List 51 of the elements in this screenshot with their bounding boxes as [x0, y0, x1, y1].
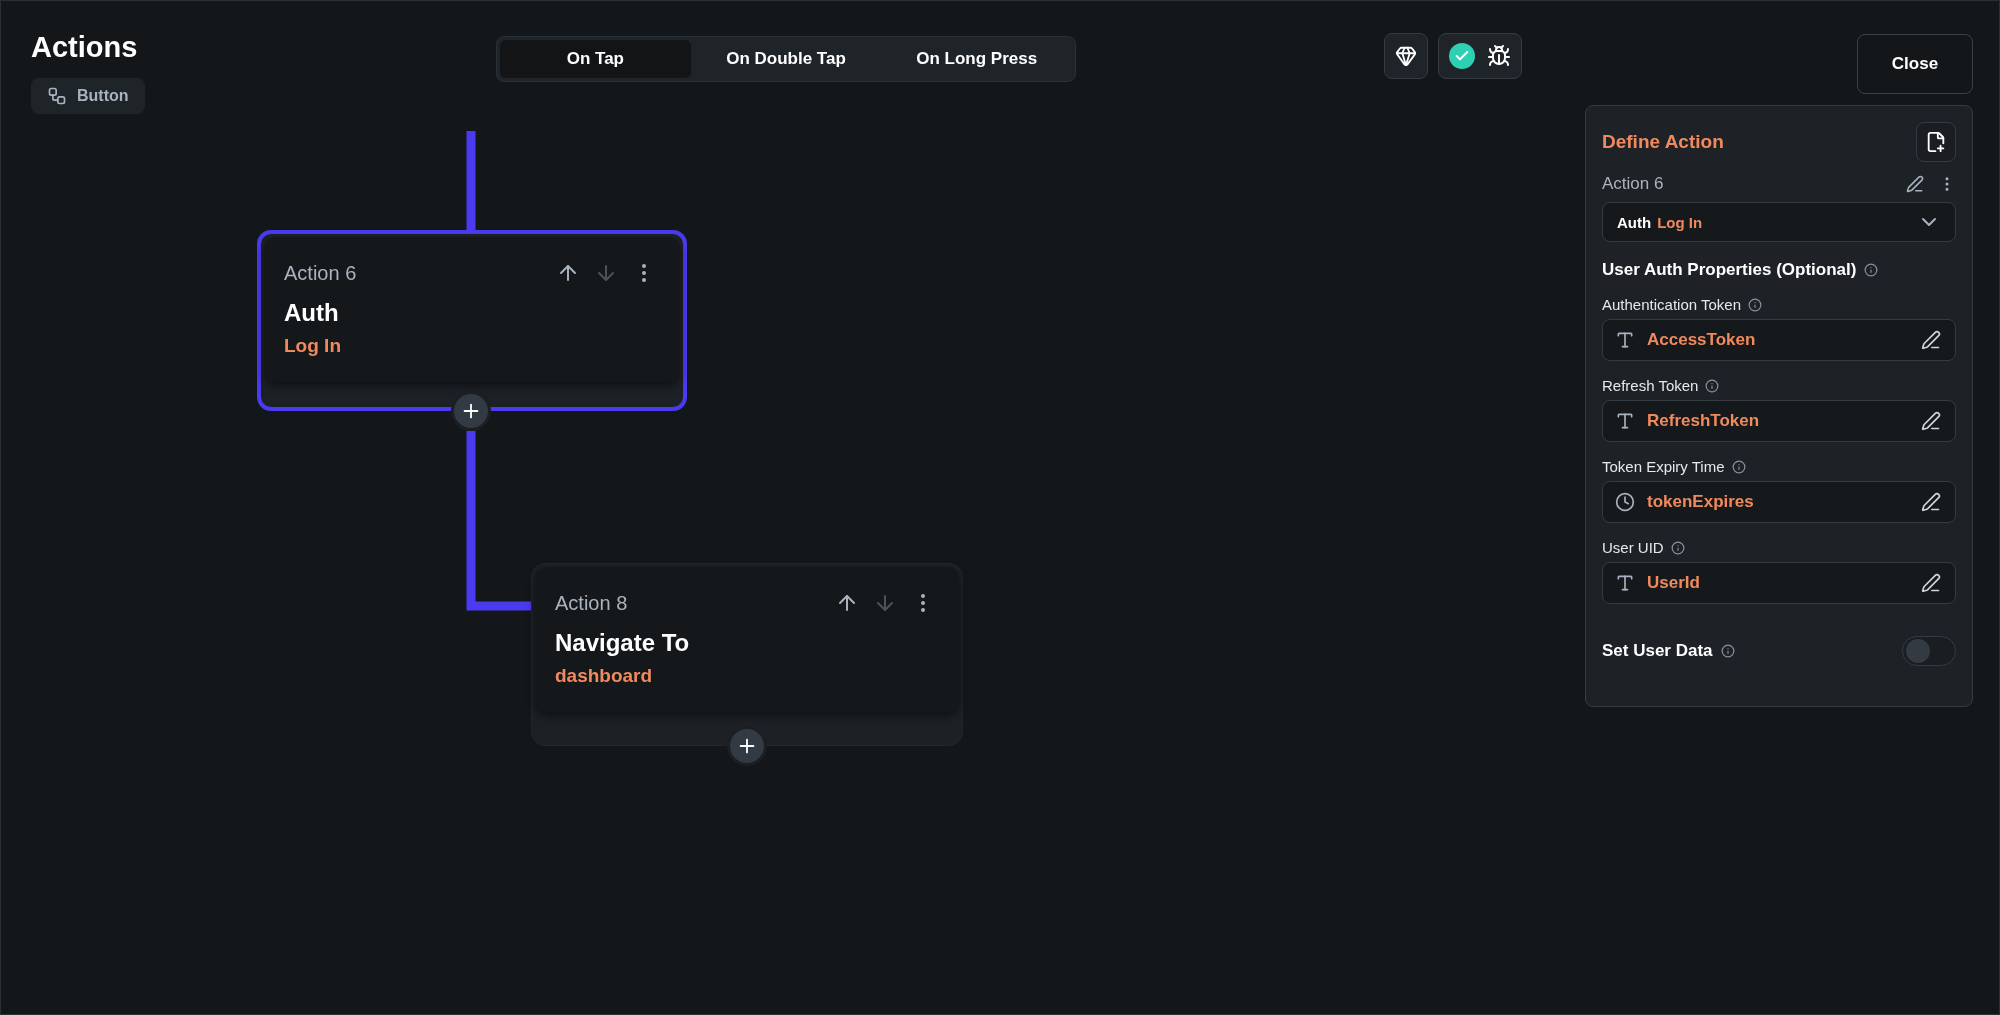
edit-icon[interactable] — [1921, 330, 1941, 350]
flow-icon — [47, 86, 67, 106]
field-label: User UID — [1602, 539, 1664, 556]
field-label: Authentication Token — [1602, 296, 1741, 313]
edit-icon[interactable] — [1906, 175, 1924, 193]
info-icon — [1731, 459, 1746, 474]
variable-field[interactable]: UserId — [1602, 562, 1956, 604]
action-subtitle: Log In — [284, 335, 342, 357]
info-icon — [1748, 297, 1762, 312]
field-label: Token Expiry Time — [1602, 458, 1725, 475]
debug-button[interactable] — [1438, 33, 1522, 79]
trigger-tab[interactable]: On Double Tap — [690, 40, 882, 78]
clock-icon — [1615, 492, 1635, 512]
close-button[interactable]: Close — [1857, 34, 1973, 94]
action-title: Auth — [284, 299, 340, 327]
variable-field[interactable]: RefreshToken — [1602, 400, 1956, 442]
trigger-tab[interactable]: On Long Press — [881, 40, 1072, 78]
edit-icon[interactable] — [1921, 492, 1941, 512]
info-icon — [1705, 378, 1720, 393]
page-title: Actions — [31, 31, 139, 64]
check-icon — [1449, 43, 1475, 69]
info-icon — [1864, 263, 1879, 277]
action-node[interactable]: Action 6 Auth Log In — [257, 230, 687, 411]
add-note-button[interactable] — [1916, 122, 1956, 162]
action-title: Navigate To — [555, 629, 691, 657]
toggle-switch[interactable] — [1902, 636, 1956, 666]
trigger-tab[interactable]: On Tap — [500, 40, 691, 78]
section-title: User Auth Properties (Optional) — [1602, 260, 1857, 280]
panel-title: Define Action — [1602, 131, 1724, 153]
action-label: Action 6 — [284, 261, 357, 285]
action-node[interactable]: Action 8 Navigate To dashboard — [531, 563, 963, 746]
widget-chip[interactable]: Button — [31, 78, 145, 114]
variable-field[interactable]: AccessToken — [1602, 319, 1956, 361]
gem-cursor-button[interactable] — [1384, 33, 1428, 79]
action-label: Action 8 — [555, 591, 628, 615]
bug-icon — [1487, 44, 1511, 68]
edit-icon[interactable] — [1921, 411, 1941, 431]
edit-icon[interactable] — [1921, 573, 1941, 593]
action-type-dropdown[interactable]: Auth Log In — [1602, 202, 1956, 242]
gem-icon — [1395, 45, 1417, 67]
field-label: Refresh Token — [1602, 377, 1699, 394]
variable-field[interactable]: tokenExpires — [1602, 481, 1956, 523]
info-icon — [1720, 644, 1735, 658]
toggle-label: Set User Data — [1602, 641, 1713, 661]
info-icon — [1670, 540, 1685, 555]
text-type-icon — [1615, 411, 1635, 431]
action-subtitle: dashboard — [555, 665, 654, 687]
note-add-icon — [1925, 131, 1947, 153]
action-name: Action 6 — [1602, 174, 1664, 194]
text-type-icon — [1615, 330, 1635, 350]
text-type-icon — [1615, 573, 1635, 593]
